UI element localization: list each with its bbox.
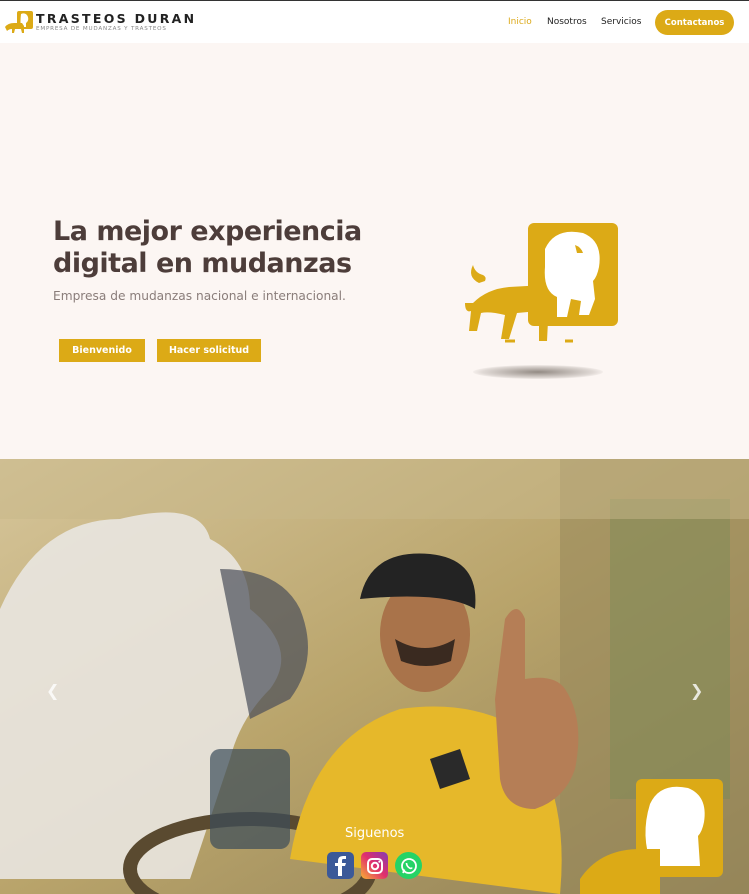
brand-tagline: EMPRESA DE MUDANZAS Y TRASTEOS: [36, 26, 167, 33]
carousel-next-arrow[interactable]: ❯: [690, 681, 703, 700]
nav-link-inicio[interactable]: Inicio: [508, 17, 532, 27]
lion-logo-icon: [465, 221, 625, 346]
nav-link-servicios[interactable]: Servicios: [601, 17, 641, 27]
site-header: TRASTEOS DURAN EMPRESA DE MUDANZAS Y TRA…: [0, 0, 749, 43]
hero-photo-carousel: ❮ ❯ Siguenos: [0, 459, 749, 894]
welcome-button[interactable]: Bienvenido: [59, 339, 145, 362]
contact-button[interactable]: Contactanos: [655, 10, 734, 35]
social-heading: Siguenos: [345, 826, 405, 841]
hero-subtitle: Empresa de mudanzas nacional e internaci…: [53, 289, 346, 303]
carousel-prev-arrow[interactable]: ❮: [46, 681, 59, 700]
facebook-icon[interactable]: [327, 852, 354, 879]
hero-section: La mejor experiencia digital en mudanzas…: [0, 43, 749, 459]
brand-logo[interactable]: TRASTEOS DURAN EMPRESA DE MUDANZAS Y TRA…: [4, 10, 196, 36]
whatsapp-icon[interactable]: [395, 852, 422, 879]
lion-logo-icon: [4, 10, 34, 36]
brand-name: TRASTEOS DURAN: [36, 10, 197, 26]
logo-shadow: [473, 365, 603, 379]
request-button[interactable]: Hacer solicitud: [157, 339, 261, 362]
instagram-icon[interactable]: [361, 852, 388, 879]
nav-link-nosotros[interactable]: Nosotros: [547, 17, 587, 27]
hero-title: La mejor experiencia digital en mudanzas: [53, 216, 362, 279]
